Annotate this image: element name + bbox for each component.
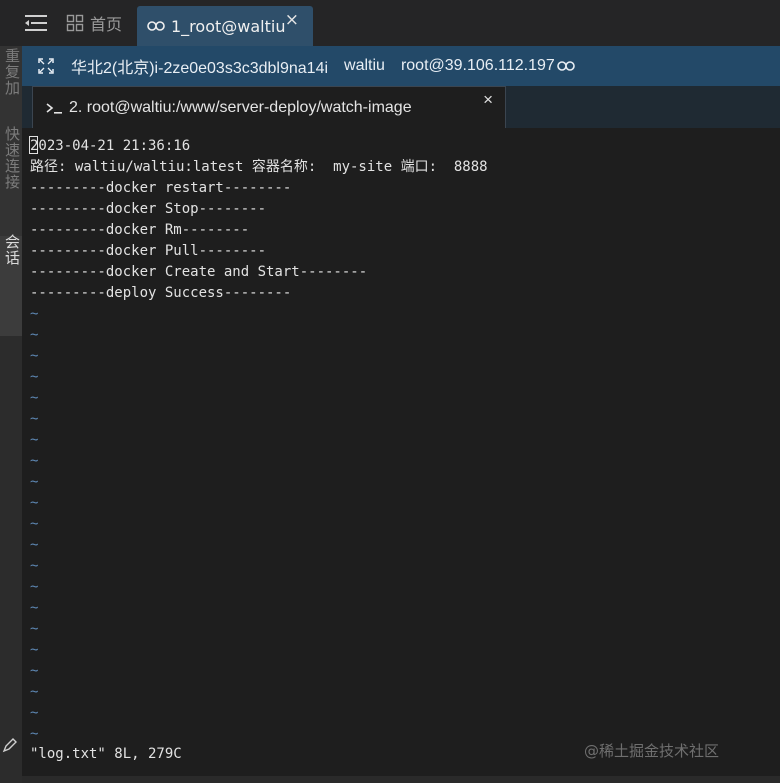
empty-line-tilde: ~: [30, 726, 39, 742]
watermark: @稀土掘金技术社区: [584, 742, 720, 760]
session-user: waltiu: [344, 57, 385, 74]
empty-line-tilde: ~: [30, 663, 39, 679]
terminal-line: 2023-04-21 21:36:16: [30, 138, 191, 154]
close-icon[interactable]: ×: [285, 10, 299, 30]
empty-line-tilde: ~: [30, 306, 39, 322]
sidebar-sessions[interactable]: 会话: [2, 234, 23, 266]
empty-line-tilde: ~: [30, 474, 39, 490]
terminal-tab[interactable]: 2. root@waltiu:/www/server-deploy/watch-…: [32, 86, 506, 128]
terminal-tab-bar: 2. root@waltiu:/www/server-deploy/watch-…: [22, 86, 780, 128]
link-icon[interactable]: [556, 59, 575, 73]
empty-line-tilde: ~: [30, 432, 39, 448]
empty-line-tilde: ~: [30, 684, 39, 700]
empty-line-tilde: ~: [30, 600, 39, 616]
empty-line-tilde: ~: [30, 705, 39, 721]
terminal-prompt-icon: [46, 102, 62, 114]
empty-line-tilde: ~: [30, 327, 39, 343]
empty-line-tilde: ~: [30, 411, 39, 427]
session-region: 华北2(北京)i-2ze0e03s3c3dbl9na14i: [71, 60, 329, 77]
expand-icon[interactable]: [37, 57, 55, 75]
empty-line-tilde: ~: [30, 453, 39, 469]
tab-session[interactable]: 1_root@waltiu ×: [137, 6, 313, 46]
tab-home-label: 首页: [90, 15, 123, 34]
session-host: root@39.106.112.197: [400, 57, 555, 74]
tab-session-label: 1_root@waltiu: [171, 16, 286, 36]
empty-line-tilde: ~: [30, 558, 39, 574]
session-info-bar: 华北2(北京)i-2ze0e03s3c3dbl9na14i waltiu roo…: [22, 46, 780, 86]
empty-line-tilde: ~: [30, 579, 39, 595]
terminal-output[interactable]: 2023-04-21 21:36:16 路径: waltiu/waltiu:la…: [22, 128, 780, 776]
terminal-line: ---------deploy Success--------: [30, 285, 292, 301]
terminal-line: 路径: waltiu/waltiu:latest 容器名称: my-site 端…: [30, 159, 488, 175]
close-icon[interactable]: ×: [483, 90, 493, 110]
empty-line-tilde: ~: [30, 348, 39, 364]
link-icon: [147, 21, 165, 31]
terminal-tab-label: 2. root@waltiu:/www/server-deploy/watch-…: [69, 98, 412, 116]
empty-line-tilde: ~: [30, 390, 39, 406]
bottom-border: [22, 776, 780, 783]
grid-icon: [66, 14, 84, 32]
empty-line-tilde: ~: [30, 537, 39, 553]
empty-line-tilde: ~: [30, 642, 39, 658]
empty-line-tilde: ~: [30, 621, 39, 637]
terminal-line: ---------docker restart--------: [30, 180, 292, 196]
top-tab-bar: 首页 1_root@waltiu ×: [0, 0, 780, 46]
empty-line-tilde: ~: [30, 369, 39, 385]
tab-home[interactable]: 首页: [60, 0, 134, 46]
sidebar-label[interactable]: 重复加: [2, 48, 23, 96]
terminal-line: ---------docker Stop--------: [30, 201, 267, 217]
terminal-line: ---------docker Rm--------: [30, 222, 250, 238]
empty-line-tilde: ~: [30, 516, 39, 532]
empty-line-tilde: ~: [30, 495, 39, 511]
terminal-line: ---------docker Pull--------: [30, 243, 267, 259]
pen-icon[interactable]: [1, 736, 19, 754]
vim-status-line: "log.txt" 8L, 279C: [30, 746, 182, 762]
terminal-line: ---------docker Create and Start--------: [30, 264, 368, 280]
sidebar-quick-connect[interactable]: 快速连接: [2, 126, 23, 190]
menu-icon[interactable]: [22, 12, 50, 34]
left-sidebar-strip: 重复加 快速连接 会话: [0, 46, 22, 783]
